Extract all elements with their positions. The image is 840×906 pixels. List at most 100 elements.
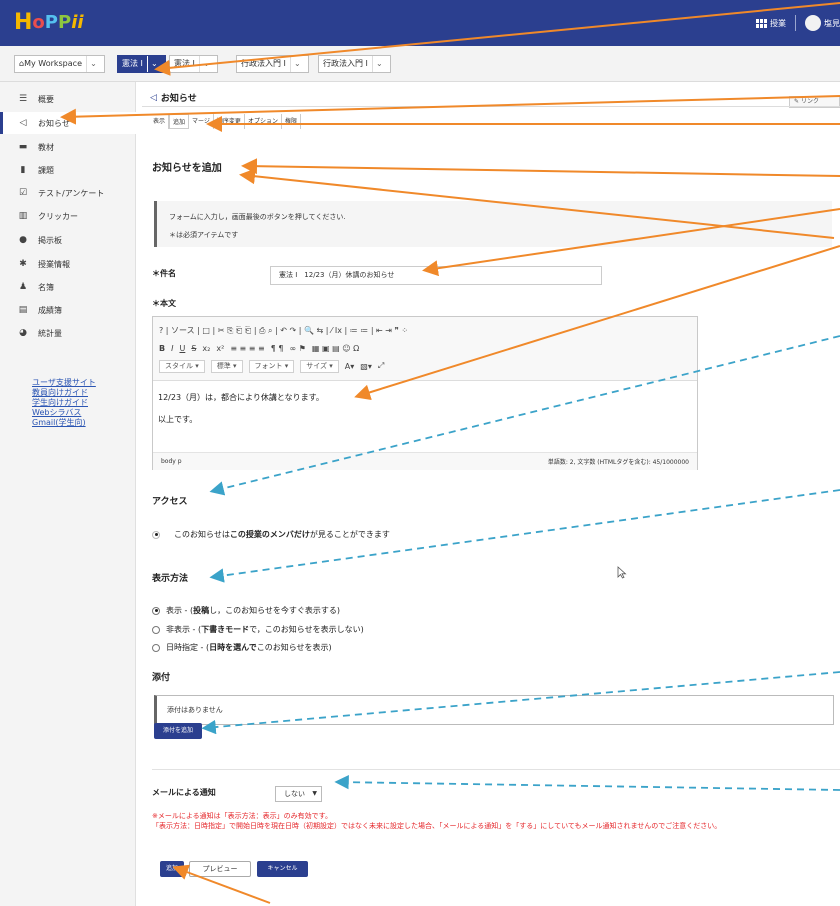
user-name[interactable]: 塩見 [824,18,840,29]
display-option-hide[interactable]: 非表示 - (下書きモード で，このお知らせを表示しない) [152,624,364,635]
user-avatar[interactable] [805,15,821,31]
chevron-down-icon[interactable]: ⌄ [198,56,213,72]
link-student-guide[interactable]: 学生向けガイド [32,398,96,408]
subject-input[interactable]: 憲法 I 12/23（月）休講のお知らせ [270,266,602,285]
superscript-icon[interactable]: x² [216,344,224,353]
subnav-options[interactable]: オプション [245,114,282,129]
link-icons[interactable]: ∞ ⚑ [290,344,306,353]
sidebar-item-overview[interactable]: ☰ 概要 [0,88,136,110]
text-color-icon[interactable]: A▾ [345,362,355,371]
editor-line: 12/23（月）は，都合により休講となります。 [158,393,324,402]
sidebar-item-assignments[interactable]: ▮ 課題 [0,159,136,181]
chevron-down-icon[interactable]: ⌄ [371,56,386,72]
bold-icon[interactable]: B [159,344,165,353]
add-attachment-button[interactable]: 添付を追加 [154,723,202,739]
jugyo-menu-label[interactable]: 授業 [770,18,786,29]
strikethrough-icon[interactable]: S [191,344,196,353]
size-select[interactable]: サイズ ▾ [300,359,339,373]
sidebar-item-label: 教材 [38,142,54,152]
toolbar-row-2[interactable]: B I U S x₂ x² ≡ ≡ ≡ ≡ ¶ ¶ ∞ ⚑ ▦ ▣ ▤ ☺ Ω [159,339,691,357]
attach-list: 添付はありません [154,695,834,725]
display-option-show[interactable]: 表示 - (投稿 し，このお知らせを今すぐ表示する) [152,605,340,616]
access-radio[interactable] [152,530,160,539]
italic-icon[interactable]: I [171,344,173,353]
divider [152,769,840,770]
access-option[interactable]: このお知らせは この授業のメンバだけ が見ることができます [152,529,390,540]
people-icon: ♟ [18,282,28,292]
editor-content[interactable]: 12/23（月）は，都合により休講となります。 以上です。 [153,381,697,452]
bg-color-icon[interactable]: ▧▾ [360,362,372,371]
sidebar-item-label: クリッカー [38,211,78,221]
subscript-icon[interactable]: x₂ [202,344,210,353]
sidebar-item-label: 概要 [38,94,54,104]
subnav-add[interactable]: 追加 [169,114,190,129]
sidebar-item-label: 掲示板 [38,235,62,245]
link-user-support[interactable]: ユーザ支援サイト [32,378,96,388]
tool-sidebar: ☰ 概要 ◁ お知らせ ▬ 教材 ▮ 課題 ☑ テスト/アンケート ▥ クリッカー ● 掲示板… [0,82,136,906]
display-radio-scheduled[interactable] [152,643,160,652]
preview-button[interactable]: プレビュー [189,861,251,877]
arrow-orange [241,158,840,177]
site-tab-label: 行政法入門 I [241,59,286,68]
link-teacher-guide[interactable]: 教員向けガイド [32,388,96,398]
megaphone-icon: ◁ [19,118,27,128]
cancel-button[interactable]: キャンセル [257,861,308,877]
sidebar-item-statistics[interactable]: ◕ 統計量 [0,322,136,344]
mail-notify-select[interactable]: しない ▼ [275,786,322,802]
sidebar-item-forum[interactable]: ● 掲示板 [0,229,136,251]
font-select[interactable]: フォント ▾ [248,359,295,373]
align-icons[interactable]: ≡ ≡ ≡ ≡ [230,344,264,353]
site-tab-gyoseiho-1[interactable]: 行政法入門 I ⌄ [236,55,309,73]
sidebar-item-clicker[interactable]: ▥ クリッカー [0,205,136,227]
site-tab-kenpo-1[interactable]: 憲法 I ⌄ [169,55,218,73]
sidebar-item-announcements[interactable]: ◁ お知らせ [0,112,136,134]
site-tab-label: 憲法 I [122,59,143,68]
subnav-reorder[interactable]: 順序変更 [214,114,245,129]
paragraph-icons[interactable]: ¶ ¶ [271,344,284,353]
subnav-permissions[interactable]: 権限 [282,114,301,129]
mail-label: メールによる通知 [152,788,216,797]
toolbar-row-1[interactable]: ? | ソース | □ | ✂ ⎘ ⎗ ⎗ | ⎙ ⌕ | ↶ ↷ | 🔍 ⇆ … [159,321,691,339]
sidebar-item-materials[interactable]: ▬ 教材 [0,136,136,158]
header-separator [795,15,796,31]
apps-grid-icon[interactable] [756,18,767,28]
sidebar-item-tests[interactable]: ☑ テスト/アンケート [0,182,136,204]
link-web-syllabus[interactable]: Webシラバス [32,408,96,418]
sidebar-item-label: 授業情報 [38,259,70,269]
editor-toolbar: ? | ソース | □ | ✂ ⎘ ⎗ ⎗ | ⎙ ⌕ | ↶ ↷ | 🔍 ⇆ … [153,317,697,381]
underline-icon[interactable]: U [179,344,185,353]
editor-line: 以上です。 [158,415,198,424]
display-title: 表示方法 [152,574,189,584]
maximize-icon[interactable]: ⤢ [378,361,384,371]
chevron-down-icon[interactable]: ⌄ [85,56,100,72]
chevron-down-icon[interactable]: ⌄ [146,56,161,72]
sidebar-item-gradebook[interactable]: ▤ 成績簿 [0,299,136,321]
display-radio-show[interactable] [152,606,160,615]
display-radio-hide[interactable] [152,625,160,634]
subnav-view[interactable]: 表示 [150,114,170,129]
chevron-down-icon[interactable]: ⌄ [289,56,304,72]
subnav-merge[interactable]: マージ [189,114,214,129]
option-bold: 投稿 [193,606,210,615]
format-select[interactable]: 標準 ▾ [210,359,243,373]
instruction-line: ＊は必須アイテムです [169,231,239,239]
site-tab-my-workspace[interactable]: ⌂ My Workspace ⌄ [14,55,105,73]
site-tab-gyoseiho-1-b[interactable]: 行政法入門 I ⌄ [318,55,391,73]
link-gmail[interactable]: Gmail(学生向) [32,418,96,428]
insert-icons[interactable]: ▦ ▣ ▤ ☺ Ω [312,344,359,353]
display-option-scheduled[interactable]: 日時指定 - (日時を選んで このお知らせを表示) [152,642,332,653]
site-navigation-bar: ⌂ My Workspace ⌄ 憲法 I ⌄ 憲法 I ⌄ 行政法入門 I ⌄… [0,46,840,82]
sidebar-item-label: 成績簿 [38,305,62,315]
sidebar-item-roster[interactable]: ♟ 名簿 [0,276,136,298]
site-tab-kenpo-1-active[interactable]: 憲法 I ⌄ [117,55,166,73]
chat-icon: ● [19,235,27,245]
toolbar-row-3: スタイル ▾ 標準 ▾ フォント ▾ サイズ ▾ A▾ ▧▾ ⤢ [159,357,691,375]
hoppii-logo[interactable]: Ho P Pii [14,9,84,37]
option-text: 非表示 - ( [166,625,202,634]
sidebar-item-course-info[interactable]: ✱ 授業情報 [0,253,136,275]
style-select[interactable]: スタイル ▾ [159,359,205,373]
header-right: 授業 塩見 [756,14,840,32]
form-title: お知らせを追加 [152,163,222,174]
add-button[interactable]: 追加 [160,861,184,877]
megaphone-icon: ◁ [150,92,157,103]
